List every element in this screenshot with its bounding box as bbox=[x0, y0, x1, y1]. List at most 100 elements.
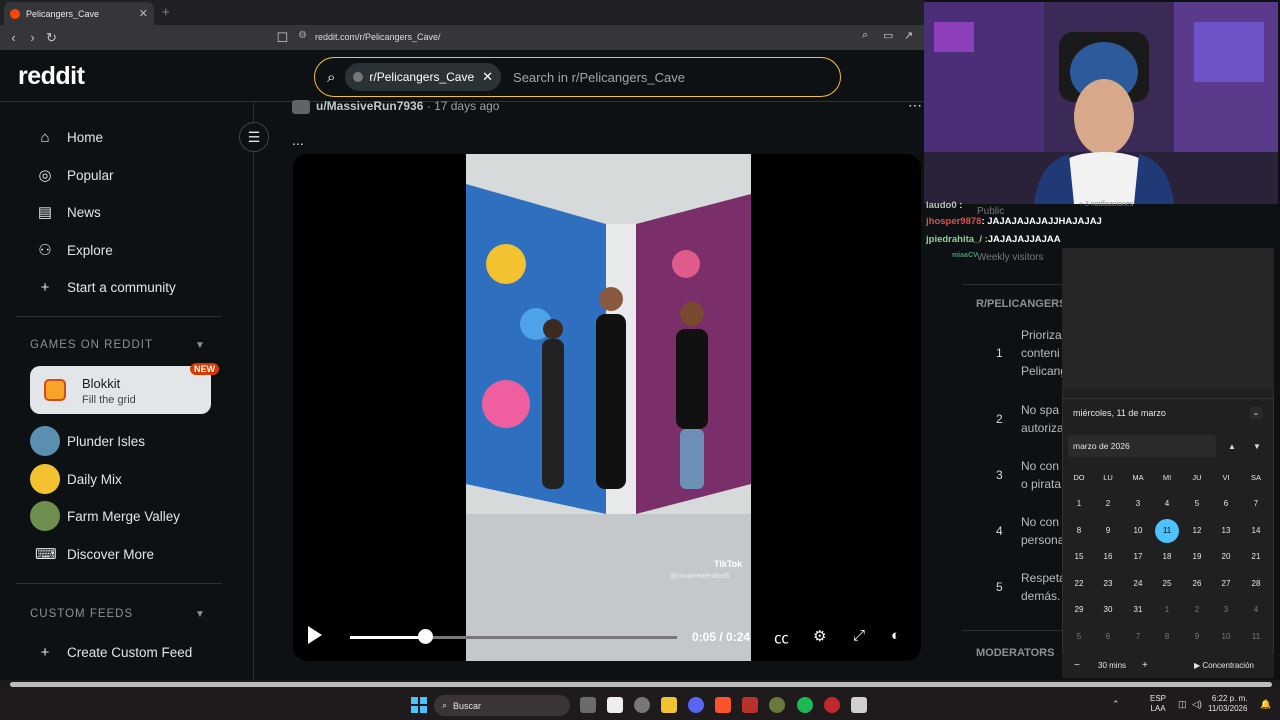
sidebar-item-news[interactable]: ▤ News bbox=[35, 200, 101, 224]
video-frame[interactable]: TikTok @oscarrewerafoo5 bbox=[466, 154, 751, 661]
community-chip[interactable]: r/Pelicangers_Cave ✕ bbox=[345, 63, 502, 91]
calendar-day[interactable]: 7 bbox=[1126, 625, 1150, 649]
calendar-day[interactable]: 29 bbox=[1067, 598, 1091, 622]
forward-icon[interactable]: › bbox=[23, 30, 42, 45]
calendar-day[interactable]: 21 bbox=[1244, 545, 1268, 569]
windows-start-icon[interactable] bbox=[411, 697, 427, 713]
calendar-day[interactable]: 6 bbox=[1096, 625, 1120, 649]
record-app-icon[interactable] bbox=[824, 697, 840, 713]
sidebar-item-explore[interactable]: ⚇ Explore bbox=[35, 238, 113, 262]
back-icon[interactable]: ‹ bbox=[4, 30, 23, 45]
calendar-day[interactable]: 15 bbox=[1067, 545, 1091, 569]
volume-icon[interactable]: ◐ bbox=[891, 627, 900, 644]
chevron-down-icon[interactable]: ▼ bbox=[195, 340, 205, 351]
site-info-icon[interactable]: ⚙ bbox=[298, 30, 307, 41]
calendar-day[interactable]: 19 bbox=[1185, 545, 1209, 569]
settings-gear-icon[interactable]: ⚙ bbox=[813, 627, 826, 645]
discover-more[interactable]: ⌨ Discover More bbox=[35, 542, 154, 566]
games-section-header[interactable]: GAMES ON REDDIT bbox=[30, 339, 153, 351]
calendar-day[interactable]: 26 bbox=[1185, 572, 1209, 596]
volume-tray-icon[interactable]: ◁) bbox=[1192, 699, 1202, 710]
post-author[interactable]: u/MassiveRun7936 bbox=[316, 99, 423, 113]
calendar-day[interactable]: 8 bbox=[1067, 519, 1091, 543]
reddit-logo[interactable]: reddit bbox=[18, 62, 85, 91]
game-blokkit[interactable]: Blokkit Fill the grid bbox=[30, 366, 211, 414]
notification-bell-icon[interactable]: 🔔 bbox=[1260, 699, 1271, 710]
play-icon[interactable] bbox=[308, 626, 322, 644]
more-options-icon[interactable]: ⋯ bbox=[908, 97, 922, 114]
calendar-day[interactable]: 17 bbox=[1126, 545, 1150, 569]
brave-browser-icon[interactable] bbox=[715, 697, 731, 713]
remove-chip-icon[interactable]: ✕ bbox=[482, 69, 493, 85]
share-icon[interactable]: ↗ bbox=[904, 29, 913, 42]
calendar-day[interactable]: 8 bbox=[1155, 625, 1179, 649]
game-farm-merge-valley[interactable]: Farm Merge Valley bbox=[67, 504, 180, 528]
sidebar-item-start-community[interactable]: + Start a community bbox=[35, 275, 176, 299]
discord-icon[interactable] bbox=[688, 697, 704, 713]
collapse-sidebar-button[interactable]: ☰ bbox=[239, 122, 269, 152]
calendar-day[interactable]: 9 bbox=[1096, 519, 1120, 543]
game-daily-mix[interactable]: Daily Mix bbox=[67, 467, 122, 491]
task-view-icon[interactable] bbox=[580, 697, 596, 713]
search-bar[interactable]: ⌕ r/Pelicangers_Cave ✕ Search in r/Pelic… bbox=[314, 57, 841, 97]
file-explorer-icon[interactable] bbox=[661, 697, 677, 713]
calendar-day[interactable]: 4 bbox=[1244, 598, 1268, 622]
reload-icon[interactable]: ↻ bbox=[42, 30, 61, 46]
focus-button[interactable]: ▶ Concentración bbox=[1194, 661, 1254, 670]
calendar-day[interactable]: 22 bbox=[1067, 572, 1091, 596]
scrollbar-thumb[interactable] bbox=[10, 682, 1272, 687]
captions-icon[interactable]: ㏄ bbox=[774, 627, 789, 648]
calendar-day[interactable]: 18 bbox=[1155, 545, 1179, 569]
calendar-day[interactable]: 11 bbox=[1155, 518, 1179, 543]
notepad-icon[interactable] bbox=[851, 697, 867, 713]
calendar-day[interactable]: 10 bbox=[1126, 519, 1150, 543]
calendar-day[interactable]: 14 bbox=[1244, 519, 1268, 543]
taskbar-clock[interactable]: 6:22 p. m. 11/03/2026 bbox=[1208, 694, 1247, 714]
rule-text[interactable]: No con o pirata bbox=[1021, 457, 1063, 493]
sidebar-item-home[interactable]: ⌂ Home bbox=[35, 125, 103, 149]
rule-text[interactable]: Respeta demás. bbox=[1021, 569, 1063, 605]
language-indicator[interactable]: ESP LAA bbox=[1150, 694, 1166, 714]
calendar-day[interactable]: 31 bbox=[1126, 598, 1150, 622]
search-input[interactable]: Search in r/Pelicangers_Cave bbox=[513, 70, 685, 85]
bookmark-icon[interactable]: ☐ bbox=[273, 30, 292, 46]
calendar-day[interactable]: 2 bbox=[1096, 492, 1120, 516]
calendar-day[interactable]: 1 bbox=[1067, 492, 1091, 516]
browser-tab[interactable]: Pelicangers_Cave ✕ bbox=[4, 2, 154, 25]
zoom-icon[interactable]: ⌕ bbox=[862, 29, 868, 42]
calendar-day[interactable]: 9 bbox=[1185, 625, 1209, 649]
calendar-day[interactable]: 2 bbox=[1185, 598, 1209, 622]
chevron-down-icon[interactable]: ▼ bbox=[195, 609, 205, 620]
calendar-day[interactable]: 24 bbox=[1126, 572, 1150, 596]
calendar-day[interactable]: 3 bbox=[1214, 598, 1238, 622]
calendar-day[interactable]: 30 bbox=[1096, 598, 1120, 622]
custom-feeds-header[interactable]: CUSTOM FEEDS bbox=[30, 608, 133, 620]
sidebar-item-popular[interactable]: ◎ Popular bbox=[35, 163, 113, 187]
rule-text[interactable]: No spa autoriza bbox=[1021, 401, 1063, 437]
minus-icon[interactable]: − bbox=[1074, 660, 1080, 671]
calendar-day[interactable]: 28 bbox=[1244, 572, 1268, 596]
calendar-day[interactable]: 23 bbox=[1096, 572, 1120, 596]
calendar-day[interactable]: 12 bbox=[1185, 519, 1209, 543]
calendar-day[interactable]: 4 bbox=[1155, 492, 1179, 516]
calendar-day[interactable]: 6 bbox=[1214, 492, 1238, 516]
calendar-day[interactable]: 20 bbox=[1214, 545, 1238, 569]
cast-icon[interactable]: ▭ bbox=[883, 29, 893, 42]
calendar-day[interactable]: 5 bbox=[1185, 492, 1209, 516]
taskbar-search[interactable]: ⌕ Buscar bbox=[434, 695, 570, 716]
calendar-day[interactable]: 11 bbox=[1244, 625, 1268, 649]
calendar-day[interactable]: 25 bbox=[1155, 572, 1179, 596]
notion-icon[interactable] bbox=[607, 697, 623, 713]
obs-app-icon[interactable] bbox=[769, 697, 785, 713]
game-plunder-isles[interactable]: Plunder Isles bbox=[67, 429, 145, 453]
spotify-icon[interactable] bbox=[797, 697, 813, 713]
new-tab-button[interactable]: + bbox=[162, 4, 170, 19]
rule-text[interactable]: No con persona bbox=[1021, 513, 1063, 549]
media-app-icon[interactable] bbox=[742, 697, 758, 713]
calendar-day[interactable]: 10 bbox=[1214, 625, 1238, 649]
calendar-day[interactable]: 1 bbox=[1155, 598, 1179, 622]
calendar-day[interactable]: 3 bbox=[1126, 492, 1150, 516]
calendar-day[interactable]: 5 bbox=[1067, 625, 1091, 649]
create-custom-feed[interactable]: + Create Custom Feed bbox=[35, 640, 193, 664]
seek-handle[interactable] bbox=[418, 629, 433, 644]
